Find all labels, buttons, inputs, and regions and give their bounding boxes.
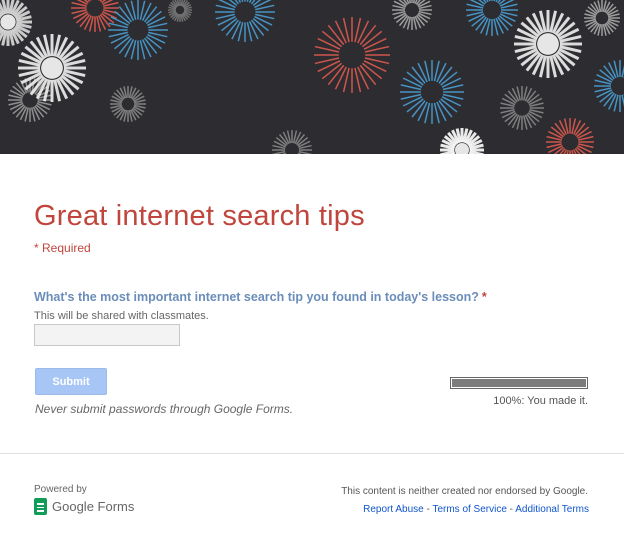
form-title: Great internet search tips	[34, 200, 365, 232]
question-text: What's the most important internet searc…	[34, 290, 479, 304]
progress-fill	[452, 379, 586, 387]
footer-links: Report Abuse - Terms of Service - Additi…	[363, 504, 589, 515]
question-help-text: This will be shared with classmates.	[34, 310, 209, 322]
google-forms-icon	[34, 498, 47, 515]
report-abuse-link[interactable]: Report Abuse	[363, 504, 424, 515]
answer-input[interactable]	[34, 324, 180, 346]
progress-bar	[450, 377, 588, 389]
question-label: What's the most important internet searc…	[34, 290, 487, 304]
disclaimer-text: This content is neither created nor endo…	[341, 486, 588, 497]
progress-label: 100%: You made it.	[493, 395, 588, 407]
fireworks-banner-image	[0, 0, 624, 154]
link-separator: -	[506, 504, 516, 515]
google-forms-logo[interactable]: Google Forms	[34, 498, 134, 515]
google-forms-brand: Google Forms	[52, 499, 135, 514]
required-asterisk: *	[481, 290, 487, 304]
terms-of-service-link[interactable]: Terms of Service	[432, 504, 506, 515]
header-banner	[0, 0, 624, 154]
powered-by-text: Powered by	[34, 484, 87, 495]
password-warning: Never submit passwords through Google Fo…	[35, 402, 294, 416]
submit-button[interactable]: Submit	[35, 368, 107, 395]
required-note: * Required	[34, 241, 91, 255]
additional-terms-link[interactable]: Additional Terms	[515, 504, 589, 515]
